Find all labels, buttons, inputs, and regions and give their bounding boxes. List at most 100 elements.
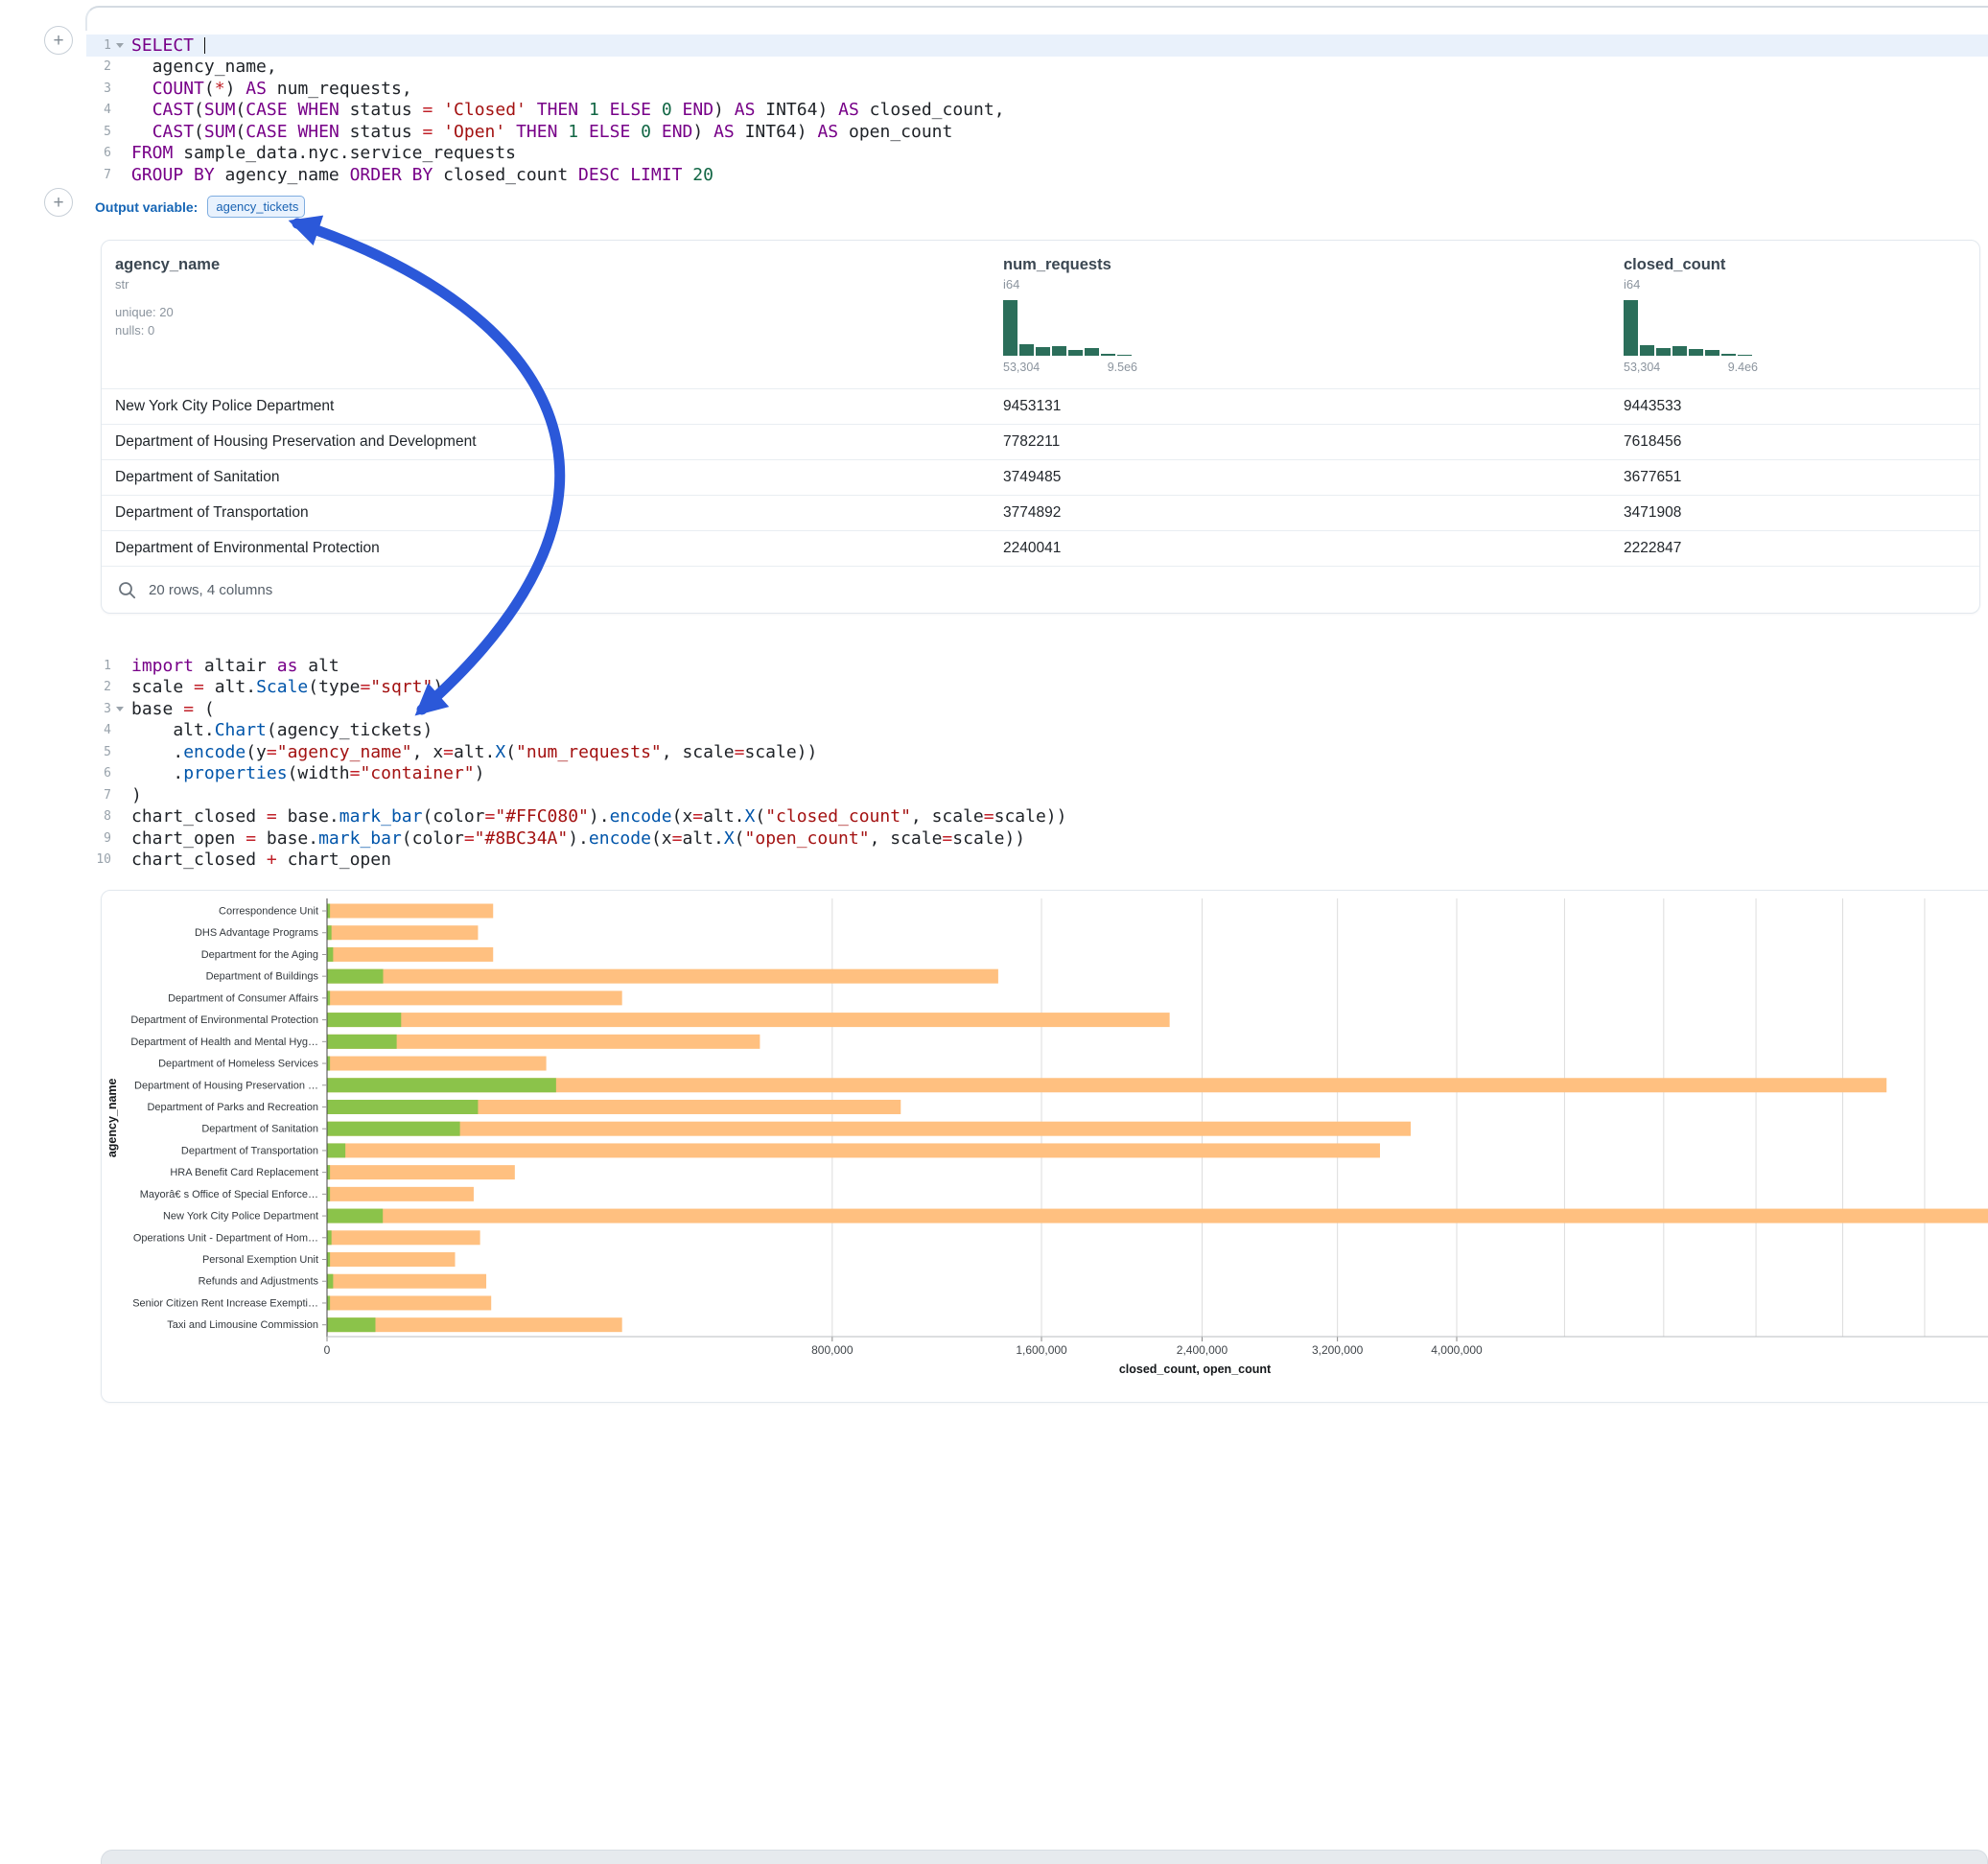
x-tick-label: 800,000 [811, 1343, 854, 1357]
code-line[interactable]: 6 .properties(width="container") [86, 763, 1988, 785]
code-line[interactable]: 1import altair as alt [86, 655, 1988, 677]
code-line[interactable]: 4 CAST(SUM(CASE WHEN status = 'Closed' T… [86, 100, 1988, 122]
code-token [620, 165, 630, 185]
output-variable-label: Output variable: [95, 199, 198, 215]
plus-icon: + [53, 194, 63, 212]
code-token: X [745, 806, 756, 827]
code-line[interactable]: 2scale = alt.Scale(type="sqrt") [86, 677, 1988, 699]
code-token: (type [308, 677, 360, 697]
code-token [131, 79, 152, 99]
column-name: closed_count [1624, 256, 1758, 274]
table-row[interactable]: Department of Housing Preservation and D… [102, 424, 1979, 459]
column-histogram [1624, 300, 1758, 356]
table-cell: 7782211 [1003, 433, 1060, 451]
code-token: SUM [204, 100, 236, 120]
search-icon[interactable] [118, 581, 136, 599]
y-tick-label: Department of Sanitation [201, 1124, 318, 1135]
histogram-min: 53,304 [1624, 361, 1660, 374]
code-token: encode [610, 806, 672, 827]
column-header-closed_count: closed_counti6453,3049.4e6 [1624, 256, 1758, 374]
add-cell-button-output[interactable]: + [44, 188, 73, 217]
histogram-bar [1656, 348, 1671, 356]
code-token: = [246, 828, 256, 849]
bar-closed-count [328, 1295, 492, 1310]
histogram-bar [1003, 300, 1017, 356]
code-line[interactable]: 4 alt.Chart(agency_tickets) [86, 720, 1988, 742]
histogram-bar [1672, 346, 1687, 356]
code-token: LIMIT [630, 165, 682, 185]
table-row[interactable]: Department of Sanitation37494853677651 [102, 459, 1979, 495]
python-code-editor[interactable]: 1import altair as alt2scale = alt.Scale(… [86, 655, 1988, 871]
table-cell: Department of Transportation [115, 504, 309, 522]
code-token: "sqrt" [370, 677, 433, 697]
table-cell: 9453131 [1003, 398, 1061, 415]
code-line[interactable]: 7GROUP BY agency_name ORDER BY closed_co… [86, 164, 1988, 186]
fold-toggle-icon[interactable] [111, 707, 128, 711]
code-line[interactable]: 1SELECT [86, 35, 1988, 57]
bar-closed-count [328, 969, 998, 984]
code-token: . [131, 763, 183, 783]
table-row[interactable]: Department of Transportation377489234719… [102, 495, 1979, 530]
code-token: 1 [589, 100, 599, 120]
output-variable-chip[interactable]: agency_tickets [207, 196, 305, 218]
table-row[interactable]: New York City Police Department945313194… [102, 388, 1979, 424]
code-token: ( [235, 100, 246, 120]
code-token: import [131, 656, 194, 676]
code-token: = [735, 742, 745, 762]
code-text: chart_open = base.mark_bar(color="#8BC34… [128, 828, 1025, 849]
bar-open-count [328, 1057, 331, 1071]
code-line[interactable]: 3 COUNT(*) AS num_requests, [86, 78, 1988, 100]
code-token: END [662, 122, 693, 142]
column-type: str [115, 277, 220, 291]
code-line[interactable]: 5 .encode(y="agency_name", x=alt.X("num_… [86, 741, 1988, 763]
code-token [651, 100, 662, 120]
table-cell: Department of Housing Preservation and D… [115, 433, 477, 451]
code-token: , x [412, 742, 444, 762]
table-cell: 3749485 [1003, 469, 1061, 486]
code-token: "container" [360, 763, 474, 783]
sql-code-editor[interactable]: 1SELECT 2 agency_name,3 COUNT(*) AS num_… [86, 35, 1988, 186]
add-cell-button-top[interactable]: + [44, 26, 73, 55]
column-meta-block: unique: 20nulls: 0 [115, 303, 220, 339]
code-token: = [692, 806, 703, 827]
fold-toggle-icon[interactable] [111, 43, 128, 48]
code-token: mark_bar [339, 806, 423, 827]
code-text: ) [128, 785, 142, 805]
code-token: = [443, 742, 454, 762]
y-tick-label: Taxi and Limousine Commission [167, 1319, 318, 1331]
code-line[interactable]: 9chart_open = base.mark_bar(color="#8BC3… [86, 827, 1988, 850]
histogram-range: 53,3049.5e6 [1003, 361, 1137, 374]
code-token [578, 100, 589, 120]
column-type: i64 [1624, 277, 1758, 291]
histogram-bar [1101, 354, 1115, 356]
code-line[interactable]: 2 agency_name, [86, 57, 1988, 79]
code-line[interactable]: 6FROM sample_data.nyc.service_requests [86, 143, 1988, 165]
code-token: 1 [568, 122, 578, 142]
table-body: New York City Police Department945313194… [102, 388, 1979, 566]
histogram-bar [1640, 345, 1654, 356]
code-token: FROM [131, 143, 173, 163]
code-token: (width [288, 763, 350, 783]
results-table-card: agency_namestrunique: 20nulls: 0num_requ… [101, 240, 1980, 614]
bar-open-count [328, 1013, 402, 1027]
code-token: sample_data.nyc.service_requests [173, 143, 516, 163]
code-token: encode [183, 742, 246, 762]
code-line[interactable]: 8chart_closed = base.mark_bar(color="#FF… [86, 806, 1988, 828]
code-token: CASE [246, 100, 287, 120]
y-tick-label: Department of Health and Mental Hyg… [130, 1037, 318, 1048]
table-row[interactable]: Department of Environmental Protection22… [102, 530, 1979, 566]
code-line[interactable]: 7) [86, 784, 1988, 806]
bar-open-count [328, 1230, 332, 1245]
line-number: 8 [86, 809, 111, 824]
code-line[interactable]: 10chart_closed + chart_open [86, 850, 1988, 872]
code-token: ( [755, 806, 765, 827]
bar-closed-count [328, 990, 622, 1005]
table-cell: 9443533 [1624, 398, 1681, 415]
code-token [433, 122, 443, 142]
histogram-min: 53,304 [1003, 361, 1040, 374]
table-cell: 3774892 [1003, 504, 1061, 522]
line-number: 1 [86, 38, 111, 53]
code-line[interactable]: 5 CAST(SUM(CASE WHEN status = 'Open' THE… [86, 121, 1988, 143]
code-line[interactable]: 3base = ( [86, 698, 1988, 720]
agency-bar-chart: 0800,0001,600,0002,400,0003,200,0004,000… [102, 891, 1988, 1403]
